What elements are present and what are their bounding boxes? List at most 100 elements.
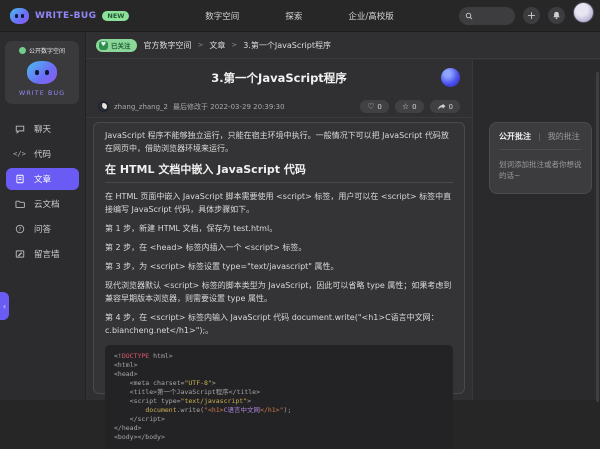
space-name: WRITE BUG <box>9 89 75 97</box>
star-icon: ☆ <box>402 103 409 111</box>
create-button[interactable]: + <box>523 7 540 24</box>
public-space-icon <box>19 47 26 54</box>
sidebar-item-chat[interactable]: 聊天 <box>6 118 79 140</box>
follow-heart-icon: ♥ <box>99 41 108 50</box>
question-icon: ? <box>14 224 25 235</box>
sidebar-item-qa[interactable]: ? 问答 <box>6 218 79 240</box>
code-line: <!DOCTYPE html> <box>114 352 444 361</box>
article-paragraph: 第 2 步，在 <head> 标签内插入一个 <script> 标签。 <box>105 241 453 254</box>
sidebar-collapse-handle[interactable]: ‹ <box>0 292 9 320</box>
tab-public-annotations[interactable]: 公开批注 <box>499 131 531 142</box>
sidebar-item-label: 问答 <box>34 223 51 235</box>
article-paragraph: 第 3 步，为 <script> 标签设置 type="text/javascr… <box>105 260 453 273</box>
code-line: document.write("<h1>C语言中文网</h1>"); <box>114 406 444 415</box>
share-stat-button[interactable]: 0 <box>430 100 460 113</box>
code-block: <!DOCTYPE html><html><head> <meta charse… <box>105 345 453 449</box>
annotation-tabs: 公开批注 | 我的批注 <box>499 131 582 150</box>
pencil-icon <box>14 249 25 260</box>
topbar: WRITE-BUG NEW 数字空间 探索 企业/高校版 + <box>0 0 600 32</box>
svg-text:?: ? <box>18 227 21 233</box>
code-line: <head> <box>114 370 444 379</box>
new-badge: NEW <box>102 11 129 21</box>
bell-icon <box>552 11 561 20</box>
tab-divider: | <box>538 132 541 141</box>
annotation-panel: 公开批注 | 我的批注 划词添加批注或者你想说的话~ <box>472 60 600 400</box>
sidebar-item-label: 聊天 <box>34 123 51 135</box>
search-input[interactable] <box>477 12 511 19</box>
code-line: </script> <box>114 415 444 424</box>
topbar-nav-item[interactable]: 企业/高校版 <box>348 10 393 22</box>
stat-count: 0 <box>449 103 453 111</box>
topbar-actions: + <box>459 7 590 25</box>
breadcrumb-separator: > <box>198 41 204 49</box>
space-avatar <box>27 61 57 84</box>
article-pane: 3.第一个JavaScript程序 zhang_zhang_2 最后修改于 20… <box>86 60 472 400</box>
section-heading: 在 HTML 文档中嵌入 JavaScript 代码 <box>105 161 453 183</box>
article-body: JavaScript 程序不能够独立运行，只能在宿主环境中执行。一般情况下可以把… <box>105 129 453 337</box>
breadcrumb-item[interactable]: 官方数字空间 <box>144 40 192 51</box>
sidebar-item-label: 文章 <box>34 173 51 185</box>
code-line: <body></body> <box>114 433 444 442</box>
vertical-scrollbar[interactable] <box>596 72 599 402</box>
article-paragraph: 第 1 步，新建 HTML 文档，保存为 test.html。 <box>105 222 453 235</box>
sidebar-item-code[interactable]: </> 代码 <box>6 143 79 165</box>
stat-count: 0 <box>377 103 381 111</box>
document-icon <box>14 174 25 185</box>
breadcrumb-item[interactable]: 文章 <box>209 40 225 51</box>
code-line: <title>第一个JavaScript程序</title> <box>114 388 444 397</box>
search-icon <box>465 12 473 20</box>
page-title: 3.第一个JavaScript程序 <box>211 70 347 86</box>
article-paragraph: 第 4 步，在 <script> 标签内输入 JavaScript 代码 doc… <box>105 311 453 337</box>
tab-my-annotations[interactable]: 我的批注 <box>548 131 580 142</box>
code-line: </head> <box>114 424 444 433</box>
article-stats: ♡0☆00 <box>360 100 460 113</box>
annotation-card: 公开批注 | 我的批注 划词添加批注或者你想说的话~ <box>489 122 592 194</box>
article-badge-avatar[interactable] <box>441 68 460 87</box>
breadcrumb-bar: ♥ 已关注 官方数字空间 > 文章 >3.第一个JavaScript程序 <box>86 32 600 59</box>
author-avatar[interactable] <box>98 101 109 112</box>
sidebar-item-article[interactable]: 文章 <box>6 168 79 190</box>
breadcrumb-item[interactable]: 3.第一个JavaScript程序 <box>243 40 331 51</box>
sidebar-item-clouddoc[interactable]: 云文档 <box>6 193 79 215</box>
author-row: zhang_zhang_2 最后修改于 2022-03-29 20:39:30 … <box>86 96 472 118</box>
main-area: ♥ 已关注 官方数字空间 > 文章 >3.第一个JavaScript程序 3.第一个J… <box>86 32 600 400</box>
space-card[interactable]: 公开数字空间 WRITE BUG <box>5 41 79 104</box>
code-line: <html> <box>114 361 444 370</box>
code-icon: </> <box>14 149 25 160</box>
brand[interactable]: WRITE-BUG NEW <box>10 8 140 24</box>
sidebar-item-label: 云文档 <box>34 198 60 210</box>
notifications-button[interactable] <box>548 7 565 24</box>
code-line: <meta charset="UTF-8"> <box>114 379 444 388</box>
folder-icon <box>14 199 25 210</box>
heart-stat-button[interactable]: ♡0 <box>360 100 389 113</box>
user-avatar[interactable] <box>573 2 594 23</box>
topbar-nav-item[interactable]: 探索 <box>285 10 302 22</box>
sidebar-item-wall[interactable]: 留言墙 <box>6 243 79 265</box>
sidebar-item-label: 留言墙 <box>34 248 60 260</box>
follow-badge-label: 已关注 <box>111 40 131 50</box>
follow-badge[interactable]: ♥ 已关注 <box>96 39 137 52</box>
brand-logo-text: WRITE-BUG <box>35 11 96 21</box>
article-paragraph: 在 HTML 页面中嵌入 JavaScript 脚本需要使用 <script> … <box>105 190 453 216</box>
stat-count: 0 <box>412 103 416 111</box>
author-name[interactable]: zhang_zhang_2 <box>114 103 168 111</box>
code-line: <script type="text/javascript"> <box>114 397 444 406</box>
search-box[interactable] <box>459 7 515 25</box>
breadcrumb-separator: > <box>231 41 237 49</box>
modified-timestamp: 最后修改于 2022-03-29 20:39:30 <box>173 102 285 112</box>
star-stat-button[interactable]: ☆0 <box>395 100 424 113</box>
topbar-nav-item[interactable]: 数字空间 <box>205 10 239 22</box>
sidebar-menu: 聊天 </> 代码文章云文档? 问答留言墙 <box>0 114 85 269</box>
heart-icon: ♡ <box>367 103 374 111</box>
chat-icon <box>14 124 25 135</box>
article-content: JavaScript 程序不能够独立运行，只能在宿主环境中执行。一般情况下可以把… <box>93 122 465 394</box>
sidebar: 公开数字空间 WRITE BUG 聊天 </> 代码文章云文档? 问答留言墙 ‹ <box>0 32 86 400</box>
sidebar-item-label: 代码 <box>34 148 51 160</box>
share-icon <box>437 103 446 111</box>
writebug-logo-icon <box>10 8 29 24</box>
article-paragraph: JavaScript 程序不能够独立运行，只能在宿主环境中执行。一般情况下可以把… <box>105 129 453 155</box>
breadcrumb: 官方数字空间 > 文章 >3.第一个JavaScript程序 <box>144 40 331 51</box>
annotation-placeholder: 划词添加批注或者你想说的话~ <box>499 159 582 181</box>
space-badge-label: 公开数字空间 <box>29 46 65 55</box>
topbar-nav: 数字空间 探索 企业/高校版 <box>140 10 459 22</box>
